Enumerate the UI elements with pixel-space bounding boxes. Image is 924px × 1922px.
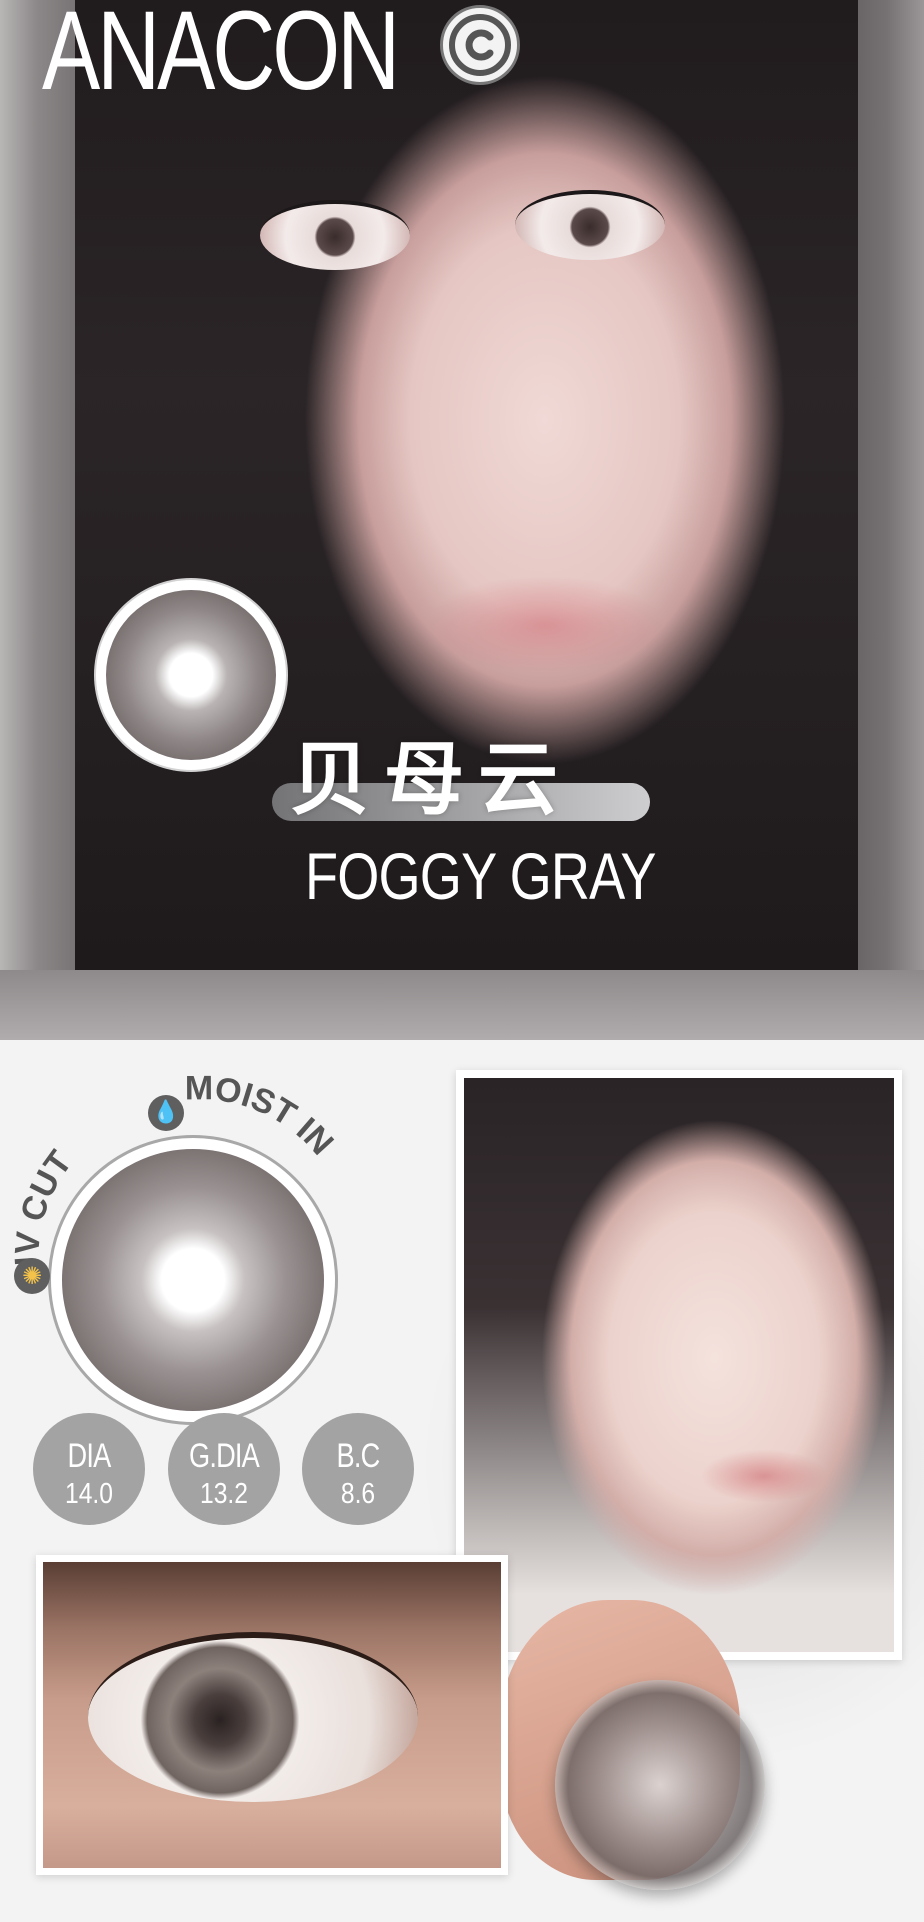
hero-banner: ANACON 贝母云 FOGGY GRAY [0, 0, 924, 1040]
eye-closeup-image [43, 1562, 501, 1868]
detail-section: UV CUT MOIST IN ✺ 💧 DIA 14.0 G.DIA 13.2 … [0, 1040, 924, 1922]
lens-on-finger-image [555, 1680, 765, 1890]
svg-text:UV CUT: UV CUT [8, 1144, 80, 1283]
model-left-eye [260, 200, 410, 270]
lens-thumbnail [96, 580, 286, 770]
spec-value: 8.6 [340, 1478, 376, 1510]
sun-icon: ✺ [14, 1258, 50, 1294]
hero-bottom-shade [0, 970, 924, 1040]
svg-text:MOIST IN: MOIST IN [185, 1069, 341, 1162]
model-wearing-image [464, 1078, 894, 1652]
closeup-eye [88, 1632, 418, 1802]
spec-value: 13.2 [200, 1478, 248, 1510]
feature-labels: UV CUT MOIST IN [8, 1069, 341, 1283]
eye-closeup-photo [36, 1555, 508, 1875]
copyright-icon [440, 5, 520, 85]
product-name-cn: 贝母云 [290, 733, 572, 826]
moist-in-label: MOIST IN [185, 1069, 341, 1162]
brand-logo-text: ANACON [42, 0, 400, 113]
spec-dia: DIA 14.0 [33, 1413, 145, 1525]
spec-gdia: G.DIA 13.2 [168, 1413, 280, 1525]
spec-bc: B.C 8.6 [302, 1413, 414, 1525]
lens-pattern [106, 590, 276, 760]
water-drop-icon: 💧 [148, 1095, 184, 1131]
uv-cut-label: UV CUT [8, 1144, 80, 1283]
spec-label: B.C [336, 1437, 381, 1475]
model-wearing-photo [456, 1070, 902, 1660]
model-right-eye [515, 190, 665, 260]
spec-label: DIA [67, 1437, 112, 1475]
spec-value: 14.0 [65, 1478, 113, 1510]
spec-label: G.DIA [188, 1437, 260, 1475]
product-name-en: FOGGY GRAY [305, 839, 656, 913]
